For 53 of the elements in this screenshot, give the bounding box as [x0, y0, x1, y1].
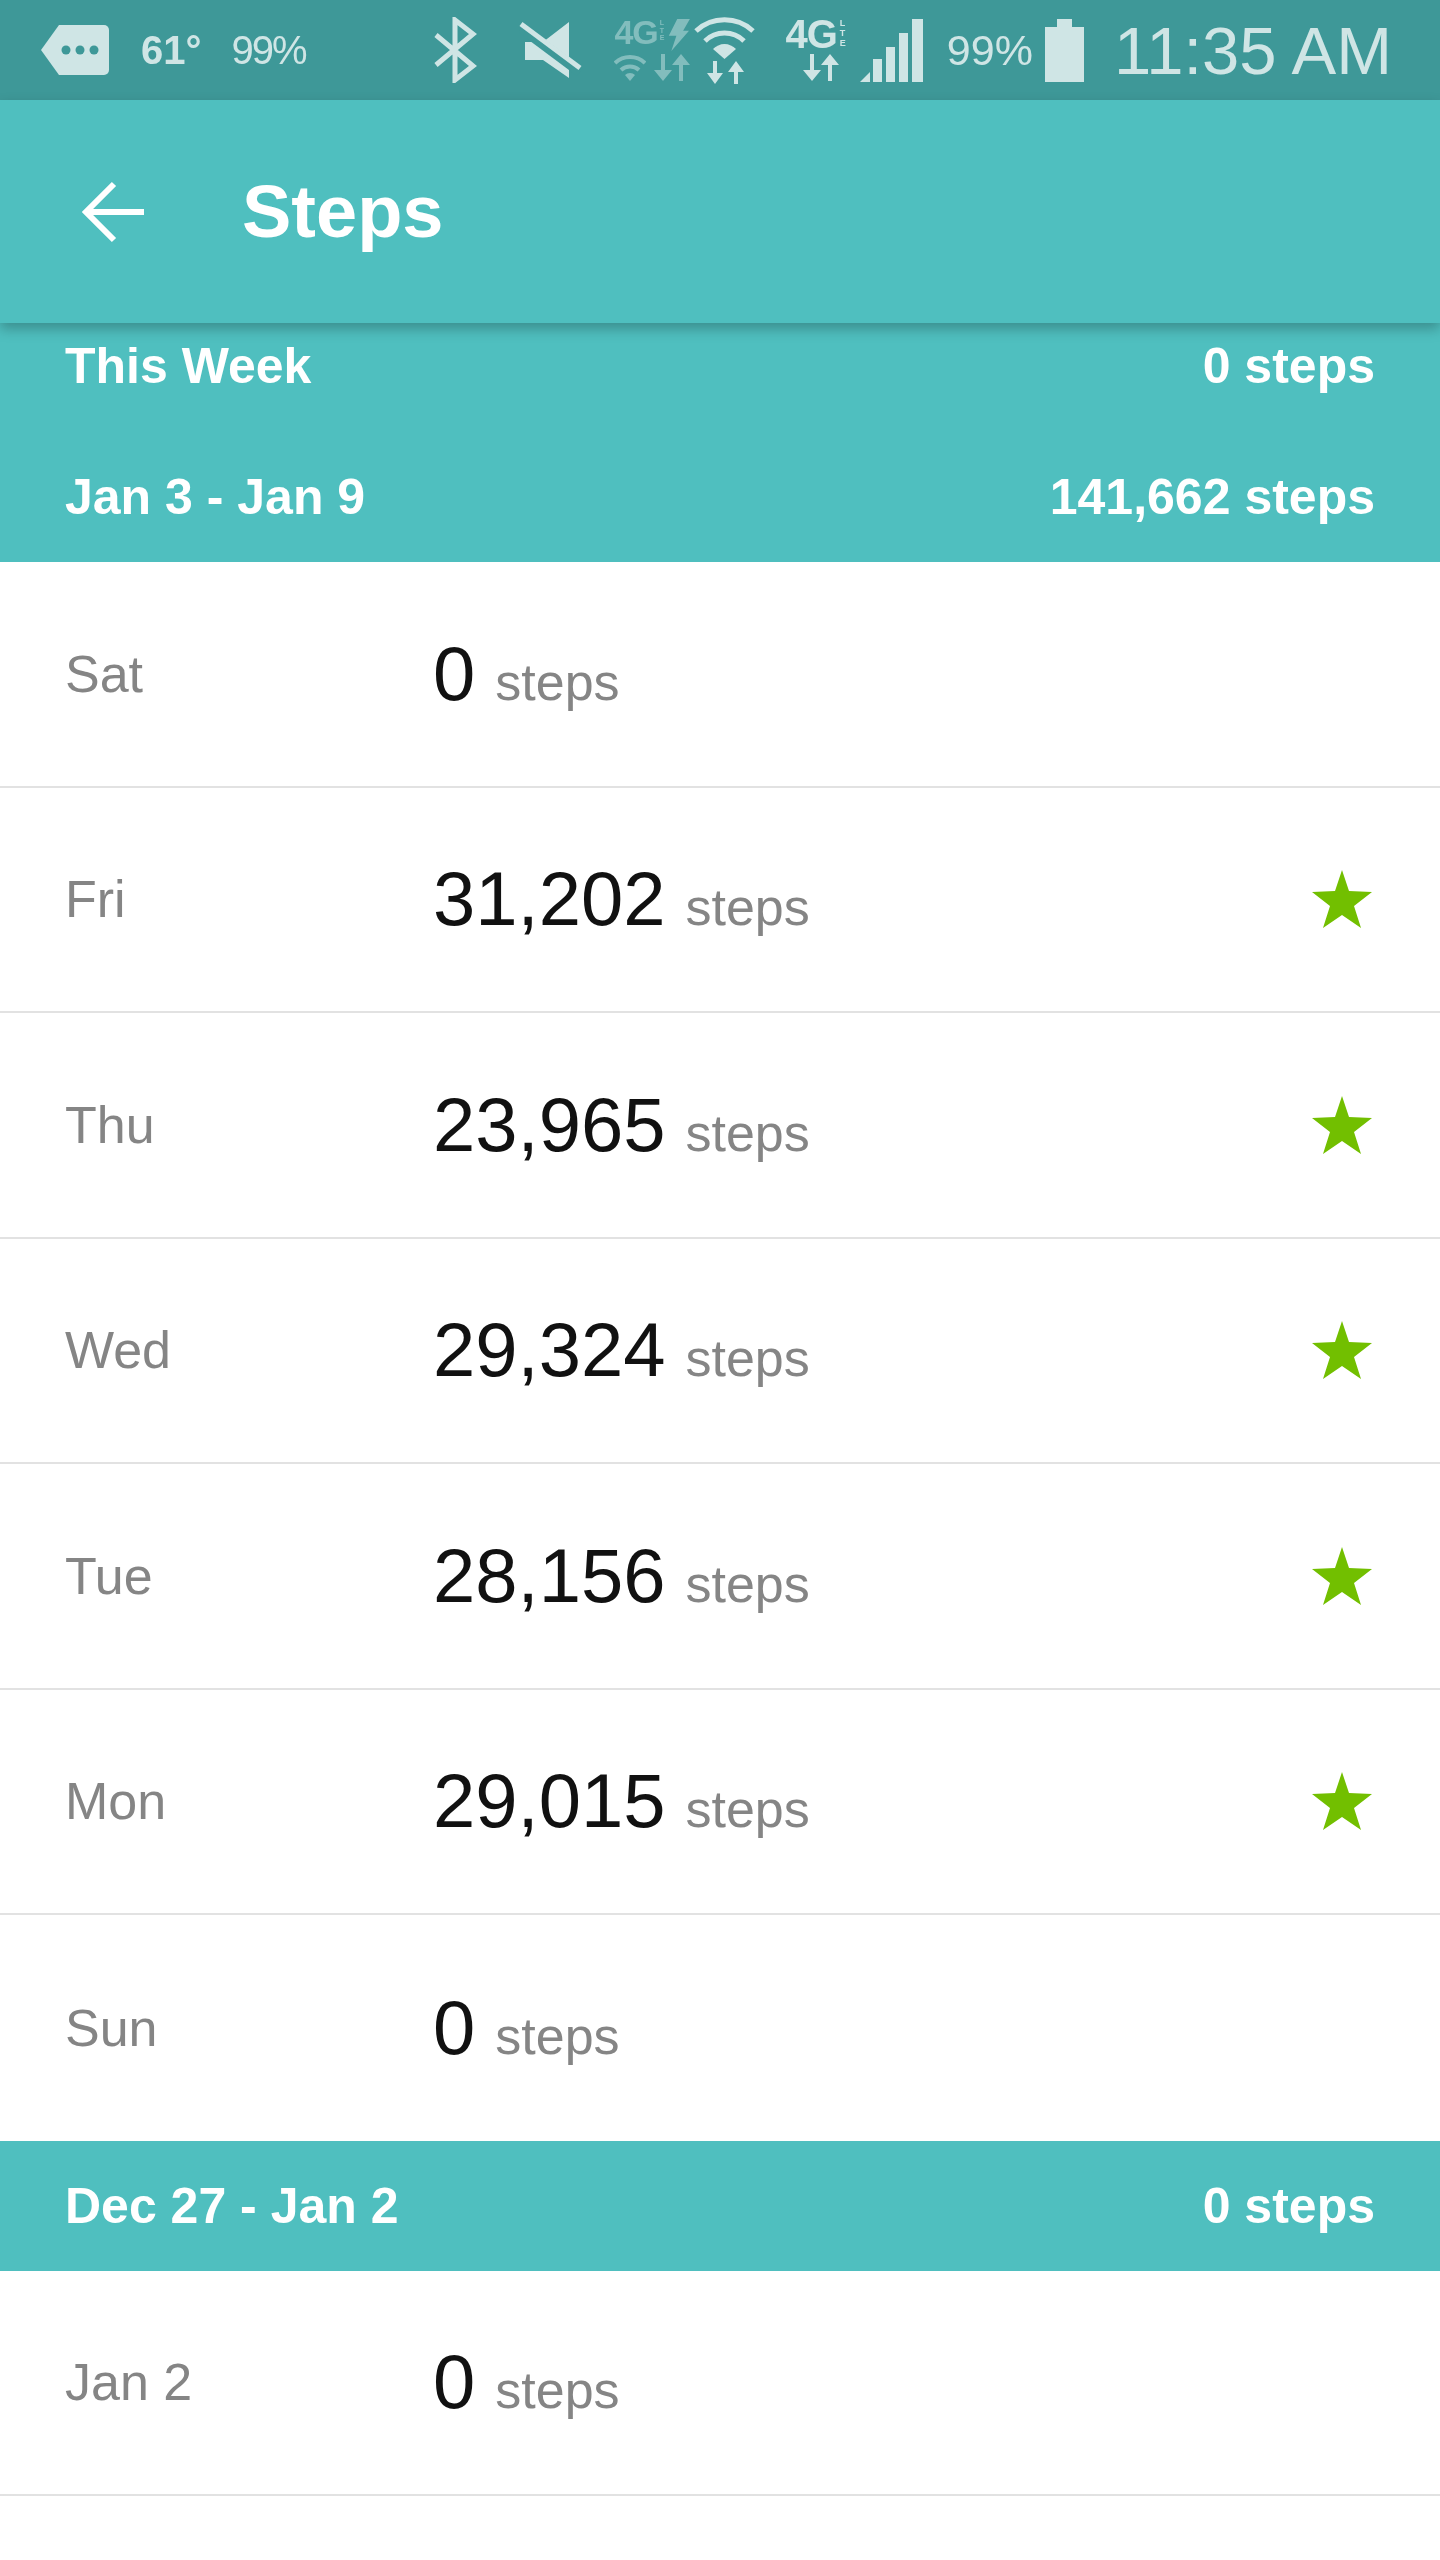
day-row[interactable]: Fri 31,202 steps — [0, 787, 1440, 1013]
step-count: 23,965 — [433, 1086, 666, 1163]
day-row[interactable]: Jan 2 0 steps — [0, 2270, 1440, 2496]
step-count: 31,202 — [433, 861, 666, 938]
step-count: 0 — [433, 2344, 476, 2421]
step-count: 28,156 — [433, 1537, 666, 1614]
day-row[interactable]: Sat 0 steps — [0, 562, 1440, 788]
summary-label: This Week — [65, 341, 312, 391]
temperature: 61° — [141, 30, 202, 70]
week-range: Jan 3 - Jan 9 — [65, 472, 366, 522]
day-label: Thu — [65, 1098, 156, 1151]
day-row[interactable]: Sun 0 steps — [0, 1915, 1440, 2141]
day-label: Tue — [65, 1549, 154, 1602]
day-label: Wed — [65, 1324, 172, 1377]
step-count: 29,015 — [433, 1763, 666, 1840]
step-unit: steps — [685, 1783, 810, 1836]
back-button[interactable] — [81, 179, 145, 244]
day-row[interactable]: Mon 29,015 steps — [0, 1689, 1440, 1915]
wifi-icon — [614, 53, 647, 81]
bluetooth-icon — [433, 17, 478, 83]
day-label: Jan 2 — [65, 2356, 194, 2409]
summary-total: 0 steps — [1202, 341, 1375, 391]
network-type-label: 4G — [785, 19, 837, 50]
day-row[interactable]: Thu 23,965 steps — [0, 1013, 1440, 1239]
data-arrows-icon — [652, 54, 691, 81]
lightning-icon — [666, 19, 690, 51]
day-label: Fri — [65, 873, 127, 926]
day-label: Mon — [65, 1775, 168, 1828]
day-row[interactable]: Tue 28,156 steps — [0, 1464, 1440, 1690]
clock: 11:35 AM — [1113, 16, 1392, 84]
step-count: 0 — [433, 1989, 476, 2066]
mute-icon — [519, 20, 583, 80]
step-unit: steps — [495, 2364, 620, 2417]
wifi-icon — [694, 16, 756, 84]
week-total: 141,662 steps — [1049, 472, 1375, 522]
percent-indicator: 99% — [231, 30, 306, 70]
step-count: 29,324 — [433, 1312, 666, 1389]
network-type-label: 4G — [614, 19, 658, 45]
data-arrows-icon — [801, 54, 840, 81]
step-count: 0 — [433, 635, 476, 712]
step-unit: steps — [685, 1332, 810, 1385]
message-icon — [41, 25, 109, 75]
day-row[interactable]: Wed 29,324 steps — [0, 1238, 1440, 1464]
signal-icon — [859, 18, 923, 82]
step-unit: steps — [685, 881, 810, 934]
battery-icon — [1044, 18, 1084, 82]
day-label: Sun — [65, 2001, 159, 2054]
day-label: Sat — [65, 647, 145, 700]
network-sub-label: LTE — [839, 19, 847, 49]
battery-percent: 99% — [946, 28, 1033, 72]
week-range: Dec 27 - Jan 2 — [65, 2180, 399, 2231]
back-arrow-icon — [81, 179, 145, 244]
week-total: 0 steps — [1202, 2180, 1375, 2231]
